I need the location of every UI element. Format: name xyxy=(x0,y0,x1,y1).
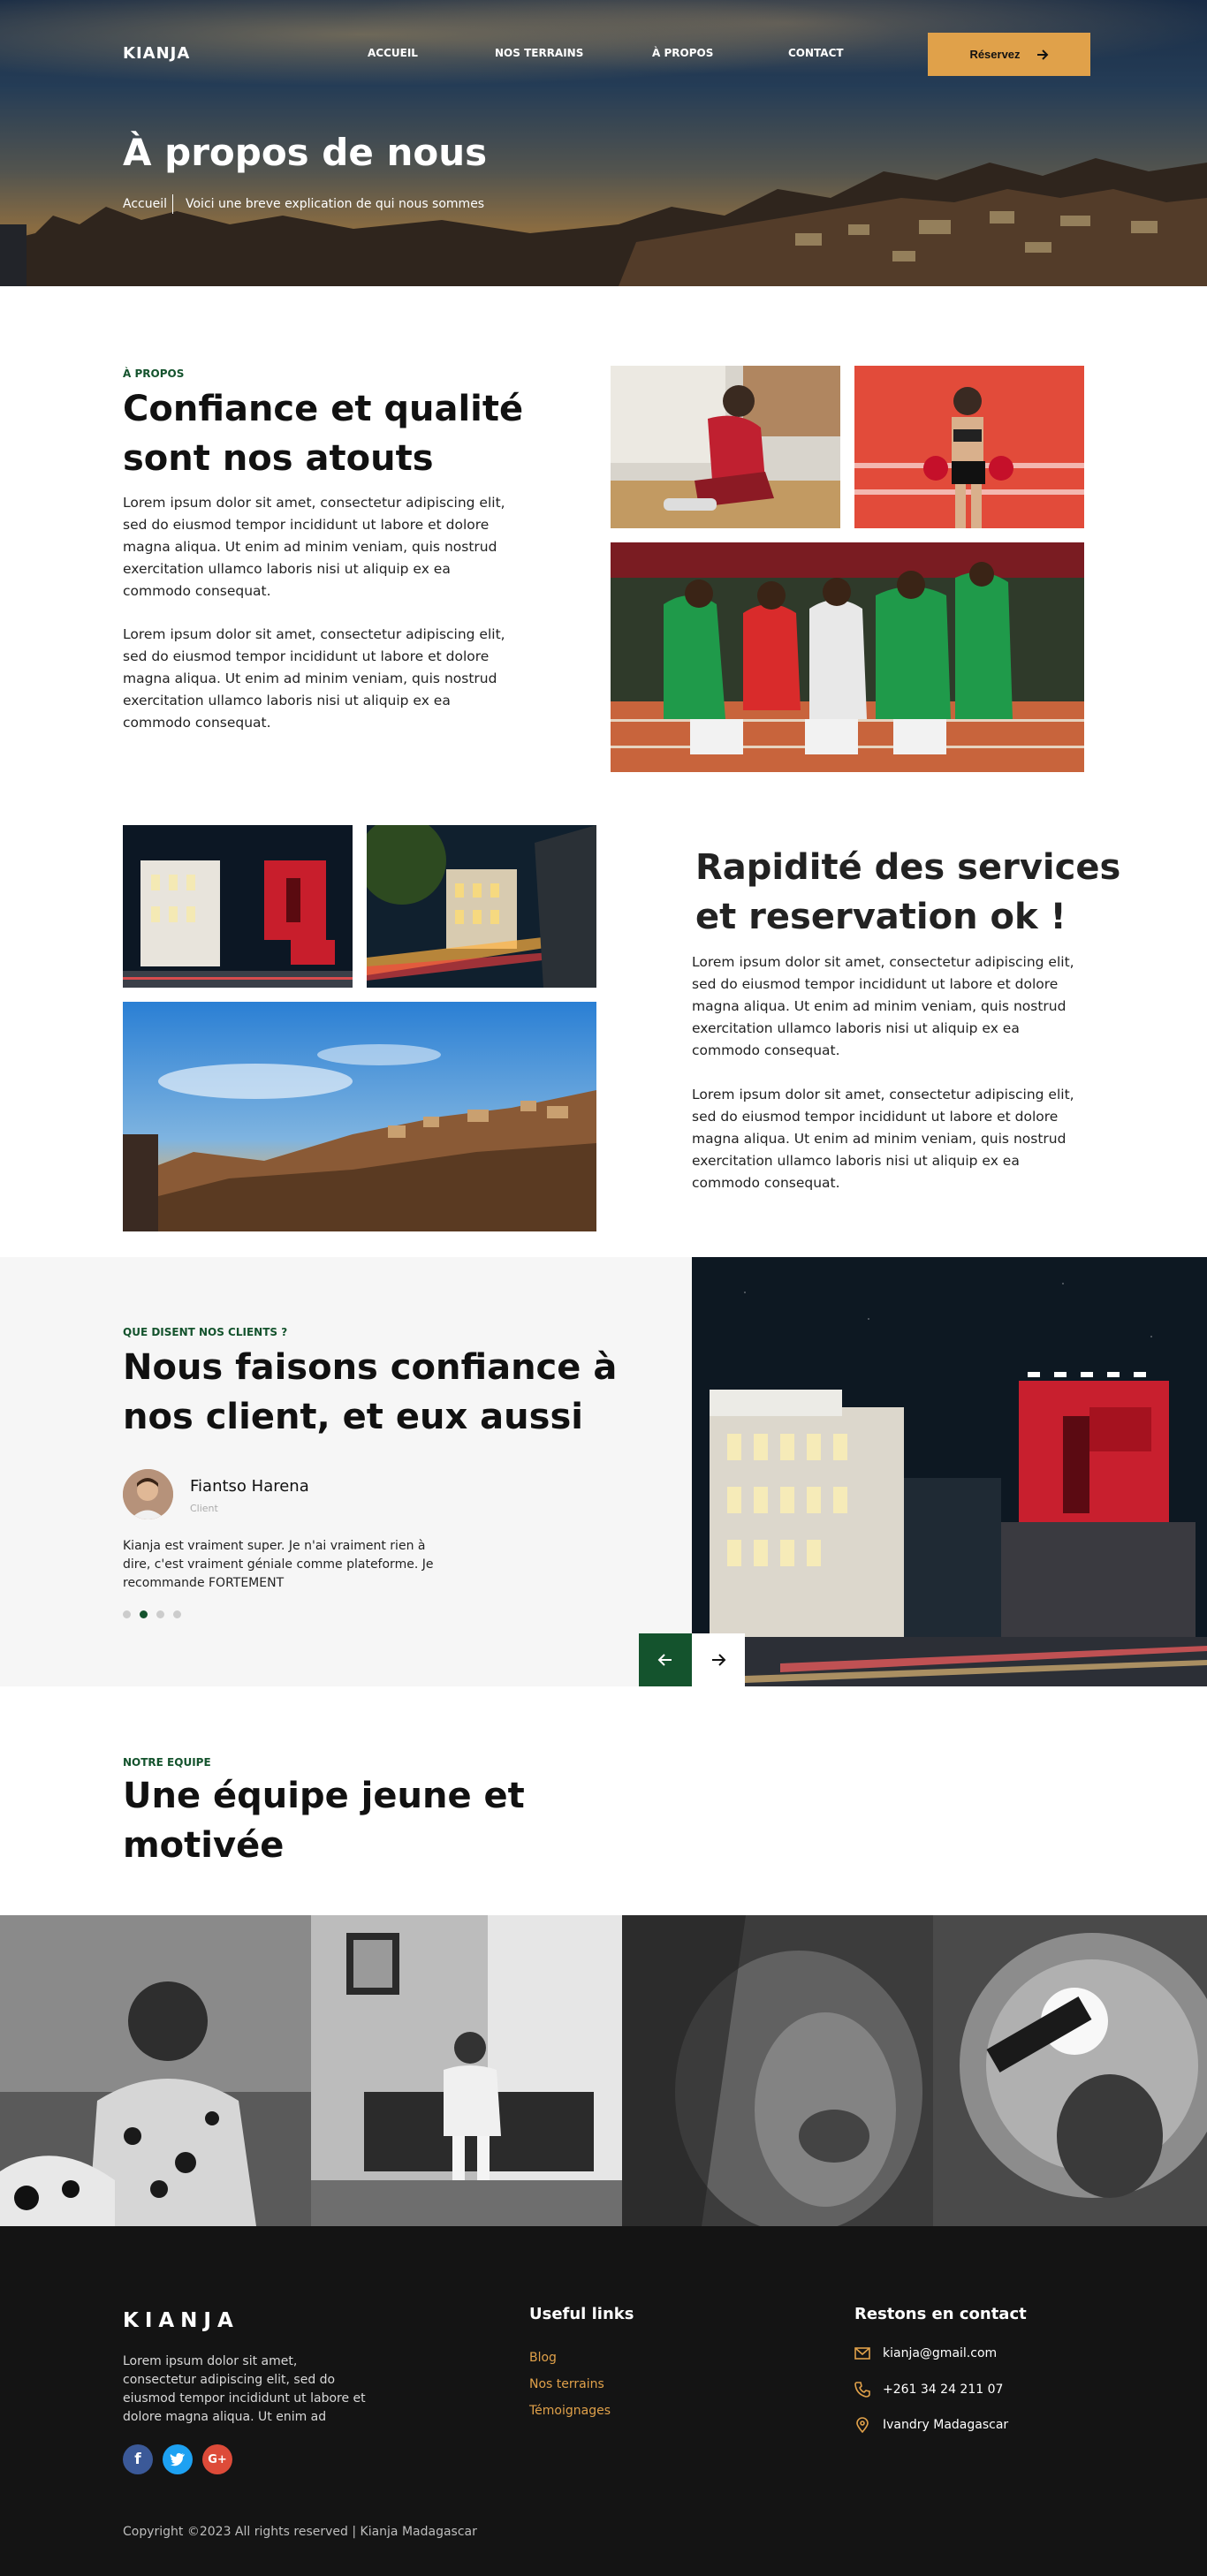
carousel-dot-3[interactable] xyxy=(156,1610,164,1618)
main-nav: KIANJA ACCUEIL NOS TERRAINS À PROPOS CON… xyxy=(0,0,1207,110)
about-title: Confiance et qualité sont nos atouts xyxy=(123,389,524,479)
reserve-button-label: Réservez xyxy=(969,48,1021,61)
carousel-dot-2[interactable] xyxy=(140,1610,148,1618)
contact-title: Restons en contact xyxy=(854,2305,1027,2323)
breadcrumb: Accueil Voici une breve explication de q… xyxy=(123,194,484,214)
services-paragraph-1: Lorem ipsum dolor sit amet, consectetur … xyxy=(692,954,1074,1058)
testimonial-role: Client xyxy=(190,1503,218,1514)
contact-address-text: Ivandry Madagascar xyxy=(883,2418,1009,2432)
testimonial-quote: Kianja est vraiment super. Je n'ai vraim… xyxy=(123,1539,434,1590)
testimonial-photo-building xyxy=(692,1257,1207,1686)
services-title: Rapidité des services et reservation ok … xyxy=(695,847,1121,937)
team-title: Une équipe jeune et motivée xyxy=(123,1776,525,1866)
nav-nos-terrains[interactable]: NOS TERRAINS xyxy=(495,47,583,59)
footer-link-nos-terrains[interactable]: Nos terrains xyxy=(529,2377,604,2391)
nav-contact[interactable]: CONTACT xyxy=(788,47,844,59)
arrow-left-icon xyxy=(657,1654,672,1666)
mail-icon xyxy=(854,2347,870,2360)
reserve-button[interactable]: Réservez xyxy=(928,33,1090,76)
page-title: À propos de nous xyxy=(123,131,488,174)
location-pin-icon xyxy=(856,2417,869,2433)
about-photo-player-seated xyxy=(611,366,840,528)
breadcrumb-text: Voici une breve explication de qui nous … xyxy=(186,197,485,211)
footer-logo[interactable]: KIANJA xyxy=(123,2309,239,2332)
arrow-right-icon xyxy=(712,1654,726,1666)
testimonials-eyebrow: QUE DISENT NOS CLIENTS ? xyxy=(123,1326,288,1338)
copyright: Copyright ©2023 All rights reserved | Ki… xyxy=(123,2525,477,2539)
about-paragraph-2: Lorem ipsum dolor sit amet, consectetur … xyxy=(123,626,505,731)
twitter-icon[interactable] xyxy=(163,2444,193,2474)
footer-description: Lorem ipsum dolor sit amet, consectetur … xyxy=(123,2354,366,2424)
carousel-dot-4[interactable] xyxy=(173,1610,181,1618)
team-photo-3 xyxy=(622,1915,933,2226)
contact-phone-text: +261 34 24 211 07 xyxy=(883,2383,1004,2397)
services-photo-street-lights xyxy=(367,825,596,988)
breadcrumb-divider xyxy=(172,194,173,214)
testimonials-title: Nous faisons confiance à nos client, et … xyxy=(123,1347,618,1437)
useful-links-title: Useful links xyxy=(529,2305,634,2323)
team-photo-2 xyxy=(311,1915,622,2226)
carousel-prev-button[interactable] xyxy=(639,1633,692,1686)
contact-email-text: kianja@gmail.com xyxy=(883,2346,998,2360)
avatar xyxy=(123,1469,173,1519)
testimonial-name: Fiantso Harena xyxy=(190,1477,309,1496)
google-plus-icon[interactable]: G+ xyxy=(202,2444,232,2474)
team-photo-1 xyxy=(0,1915,311,2226)
nav-a-propos[interactable]: À PROPOS xyxy=(652,47,713,59)
phone-icon xyxy=(854,2382,870,2398)
team-photo-4 xyxy=(933,1915,1207,2226)
arrow-right-icon xyxy=(1036,49,1048,60)
services-paragraph-2: Lorem ipsum dolor sit amet, consectetur … xyxy=(692,1087,1074,1191)
about-eyebrow: À PROPOS xyxy=(123,367,185,380)
about-photo-team-celebration xyxy=(611,542,1084,772)
team-eyebrow: NOTRE EQUIPE xyxy=(123,1756,211,1769)
contact-address[interactable]: Ivandry Madagascar xyxy=(854,2417,1008,2433)
facebook-icon[interactable]: f xyxy=(123,2444,153,2474)
services-photo-building-night xyxy=(123,825,353,988)
services-photo-city-sunset xyxy=(123,1002,596,1231)
carousel-dot-1[interactable] xyxy=(123,1610,131,1618)
nav-accueil[interactable]: ACCUEIL xyxy=(368,47,418,59)
contact-phone[interactable]: +261 34 24 211 07 xyxy=(854,2382,1003,2398)
site-logo[interactable]: KIANJA xyxy=(123,44,190,63)
testimonials-section: QUE DISENT NOS CLIENTS ? Nous faisons co… xyxy=(0,1257,1207,1686)
about-photo-boxer xyxy=(854,366,1084,528)
about-paragraph-1: Lorem ipsum dolor sit amet, consectetur … xyxy=(123,495,505,599)
carousel-next-button[interactable] xyxy=(692,1633,745,1686)
hero-banner: KIANJA ACCUEIL NOS TERRAINS À PROPOS CON… xyxy=(0,0,1207,286)
footer: KIANJA Lorem ipsum dolor sit amet, conse… xyxy=(0,2226,1207,2576)
footer-link-blog[interactable]: Blog xyxy=(529,2351,557,2365)
contact-email[interactable]: kianja@gmail.com xyxy=(854,2346,997,2360)
footer-link-temoignages[interactable]: Témoignages xyxy=(529,2404,611,2418)
breadcrumb-home[interactable]: Accueil xyxy=(123,197,167,211)
carousel-dots xyxy=(123,1610,181,1618)
